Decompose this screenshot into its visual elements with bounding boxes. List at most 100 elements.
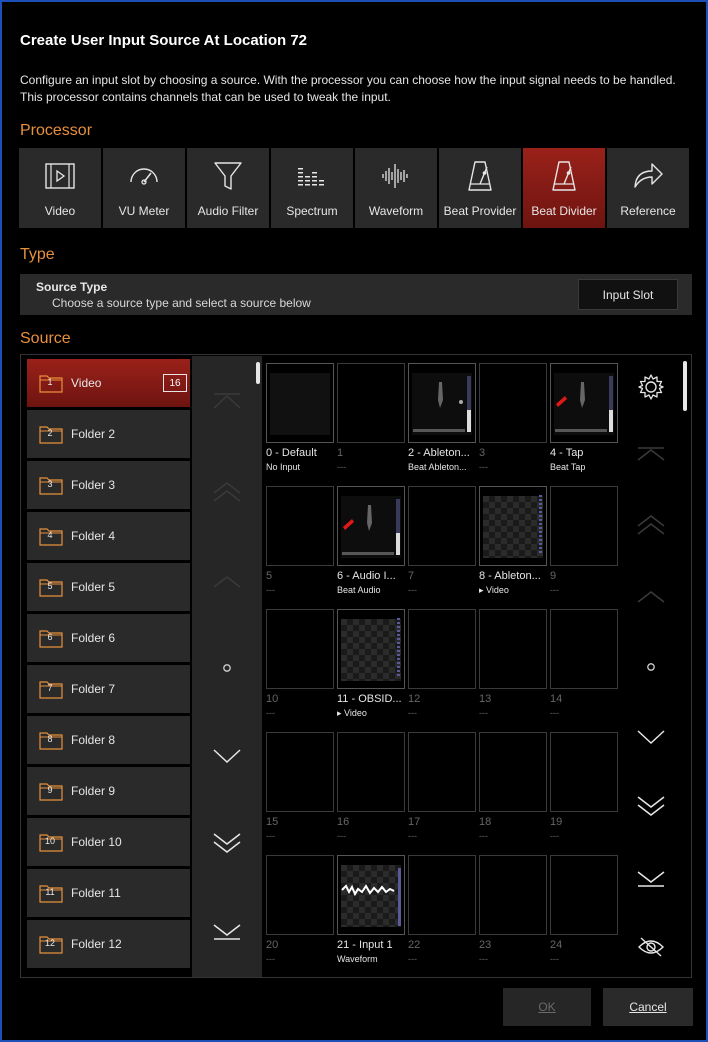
grid-scroll-bottom-icon[interactable] [623, 859, 679, 899]
slot-source: --- [408, 954, 417, 964]
gear-icon[interactable] [623, 367, 679, 407]
folder-number: 1 [47, 377, 53, 387]
slot-tile[interactable]: 16 --- [337, 732, 405, 844]
processor-label: Beat Provider [443, 204, 517, 218]
ok-button[interactable]: OK [503, 988, 591, 1026]
folder-item[interactable]: 7 Folder 7 [27, 665, 190, 713]
dialog-title: Create User Input Source At Location 72 [20, 32, 308, 49]
slot-tile[interactable]: 1 --- [337, 363, 405, 475]
slot-name: 12 [408, 693, 421, 705]
slot-name: 4 - Tap [550, 447, 584, 459]
processor-beat-divider[interactable]: Beat Divider [523, 148, 605, 228]
folder-item[interactable]: 12 Folder 12 [27, 920, 190, 968]
section-processor: Processor [20, 122, 93, 139]
folder-item[interactable]: 8 Folder 8 [27, 716, 190, 764]
slot-tile[interactable]: 22 --- [408, 855, 476, 967]
slot-tile[interactable]: 20 --- [266, 855, 334, 967]
grid-scroll-top-icon[interactable] [623, 435, 679, 475]
slot-tile[interactable]: 14 --- [550, 609, 618, 721]
scroll-page-up-icon[interactable] [192, 472, 262, 512]
grid-scroll-up-icon[interactable] [623, 577, 679, 617]
slot-source: --- [266, 954, 275, 964]
slot-preview [266, 363, 334, 443]
slot-tile[interactable]: 19 --- [550, 732, 618, 844]
folder-item[interactable]: 11 Folder 11 [27, 869, 190, 917]
grid-scroll-page-down-icon[interactable] [623, 787, 679, 827]
slot-tile[interactable]: 9 --- [550, 486, 618, 598]
folder-item[interactable]: 10 Folder 10 [27, 818, 190, 866]
folder-number: 6 [47, 632, 53, 642]
slot-preview [479, 363, 547, 443]
slot-tile[interactable]: 7 --- [408, 486, 476, 598]
scroll-up-icon[interactable] [192, 562, 262, 602]
slot-source: --- [479, 831, 488, 841]
slot-source: --- [550, 708, 559, 718]
slot-source: ▸ Video [337, 708, 367, 718]
processor-beat-provider[interactable]: Beat Provider [439, 148, 521, 228]
slot-tile[interactable]: 17 --- [408, 732, 476, 844]
slot-tile[interactable]: 0 - Default No Input [266, 363, 334, 475]
processor-audio-filter[interactable]: Audio Filter [187, 148, 269, 228]
processor-spectrum[interactable]: Spectrum [271, 148, 353, 228]
slot-source: --- [408, 585, 417, 595]
slot-source: --- [479, 462, 488, 472]
grid-scroll-page-up-icon[interactable] [623, 505, 679, 545]
grid-scroll-down-icon[interactable] [623, 717, 679, 757]
slot-tile[interactable]: 24 --- [550, 855, 618, 967]
slot-preview [266, 855, 334, 935]
folder-number: 7 [47, 683, 53, 693]
slot-tile[interactable]: 23 --- [479, 855, 547, 967]
metronome-icon [546, 158, 582, 194]
scroll-top-icon[interactable] [192, 382, 262, 422]
processor-reference[interactable]: Reference [607, 148, 689, 228]
slot-tile[interactable]: 15 --- [266, 732, 334, 844]
slot-tile[interactable]: 13 --- [479, 609, 547, 721]
slot-tile[interactable]: 11 - OBSID... ▸ Video [337, 609, 405, 721]
folder-item[interactable]: 4 Folder 4 [27, 512, 190, 560]
folder-icon: 12 [39, 934, 63, 954]
scroll-bottom-icon[interactable] [192, 912, 262, 952]
folder-name: Folder 7 [71, 682, 116, 696]
slot-tile[interactable]: 21 - Input 1 Waveform [337, 855, 405, 967]
slot-tile[interactable]: 5 --- [266, 486, 334, 598]
slot-preview [408, 732, 476, 812]
processor-waveform[interactable]: Waveform [355, 148, 437, 228]
slot-preview [337, 486, 405, 566]
processor-video[interactable]: Video [19, 148, 101, 228]
folder-number: 8 [47, 734, 53, 744]
folder-icon: 10 [39, 832, 63, 852]
slot-tile[interactable]: 10 --- [266, 609, 334, 721]
slot-tile[interactable]: 8 - Ableton... ▸ Video [479, 486, 547, 598]
folder-scrollbar-thumb[interactable] [256, 362, 260, 384]
cancel-button[interactable]: Cancel [603, 988, 693, 1026]
spectrum-icon [294, 158, 330, 194]
slot-tile[interactable]: 2 - Ableton... Beat Ableton... [408, 363, 476, 475]
slot-tile[interactable]: 4 - Tap Beat Tap [550, 363, 618, 475]
slot-tile[interactable]: 18 --- [479, 732, 547, 844]
folder-item[interactable]: 1 Video 16 [27, 359, 190, 407]
slot-name: 15 [266, 816, 279, 828]
folder-item[interactable]: 6 Folder 6 [27, 614, 190, 662]
processor-vu-meter[interactable]: VU Meter [103, 148, 185, 228]
folder-item[interactable]: 9 Folder 9 [27, 767, 190, 815]
grid-scroll-position-icon[interactable] [623, 647, 679, 687]
folder-number: 2 [47, 428, 53, 438]
scroll-down-icon[interactable] [192, 736, 262, 776]
slot-tile[interactable]: 6 - Audio I... Beat Audio [337, 486, 405, 598]
folder-item[interactable]: 3 Folder 3 [27, 461, 190, 509]
folder-name: Folder 2 [71, 427, 116, 441]
eye-slash-icon[interactable] [623, 927, 679, 967]
scroll-position-icon[interactable] [192, 648, 262, 688]
dialog-description: Configure an input slot by choosing a so… [20, 73, 676, 104]
scroll-page-down-icon[interactable] [192, 824, 262, 864]
folder-icon: 1 [39, 373, 63, 393]
folder-item[interactable]: 2 Folder 2 [27, 410, 190, 458]
slot-name: 19 [550, 816, 563, 828]
folder-item[interactable]: 5 Folder 5 [27, 563, 190, 611]
grid-scrollbar-thumb[interactable] [683, 361, 687, 411]
slot-tile[interactable]: 12 --- [408, 609, 476, 721]
input-slot-button[interactable]: Input Slot [578, 279, 678, 310]
slot-preview [337, 363, 405, 443]
slot-tile[interactable]: 3 --- [479, 363, 547, 475]
slot-name: 6 - Audio I... [337, 570, 396, 582]
